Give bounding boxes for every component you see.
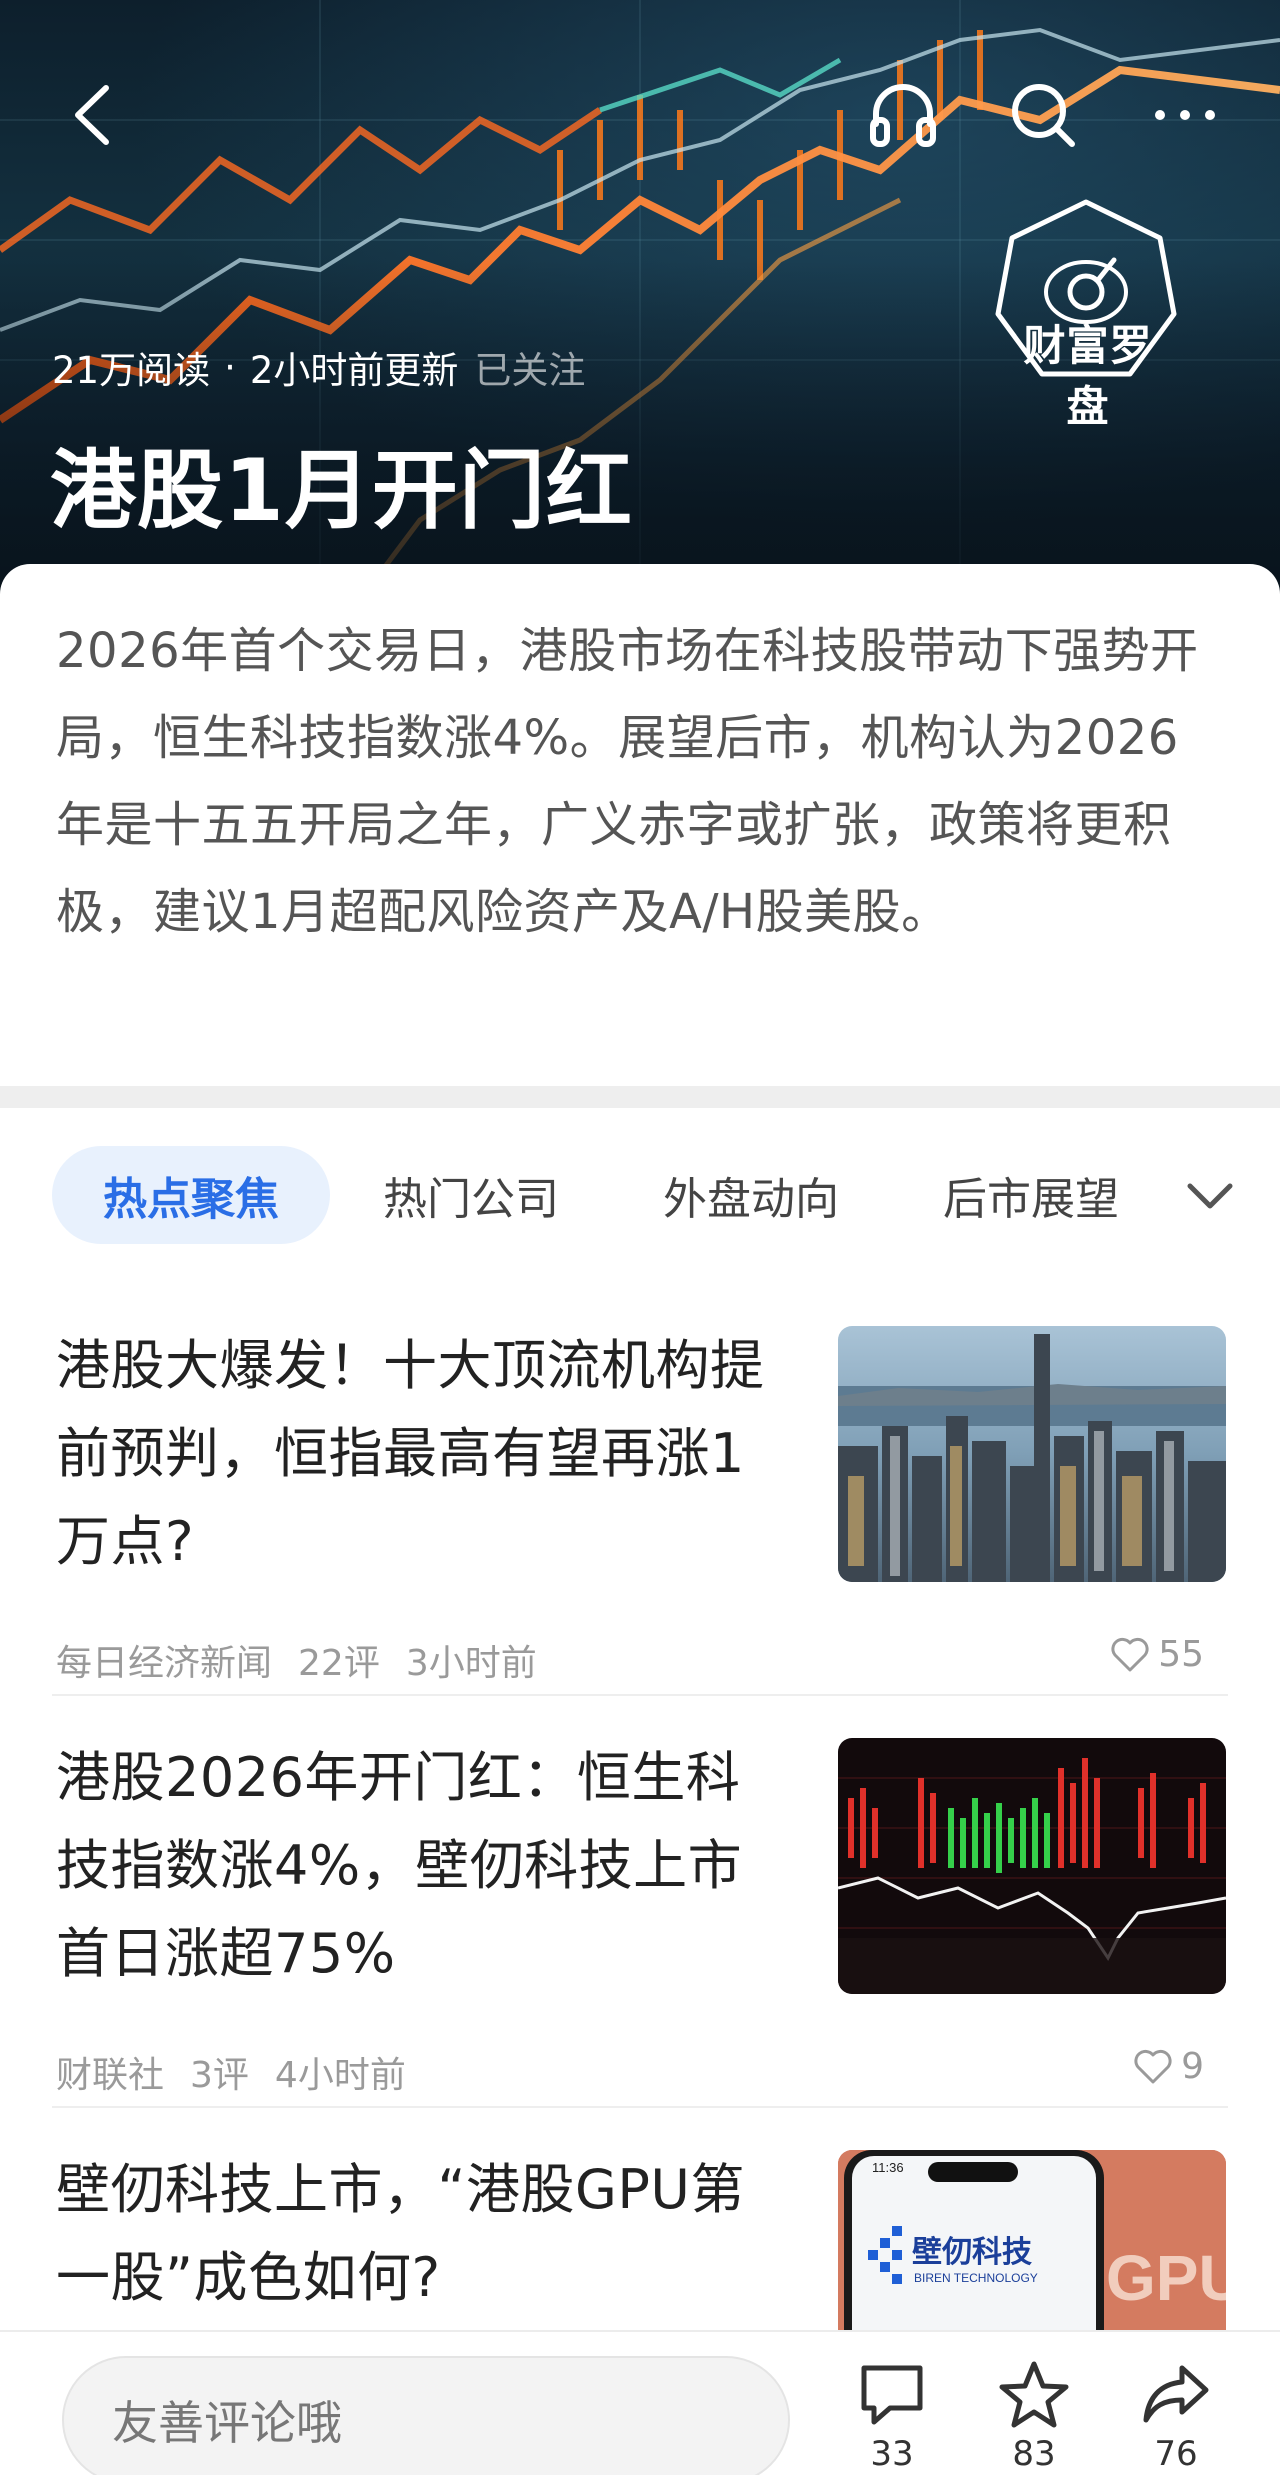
tab-overseas-markets[interactable]: 外盘动向 xyxy=(632,1146,870,1244)
news-title[interactable]: 港股2026年开门红：恒生科技指数涨4%，壁仞科技上市首日涨超75% xyxy=(56,1734,786,1998)
news-item[interactable]: 港股2026年开门红：恒生科技指数涨4%，壁仞科技上市首日涨超75% 财联社 3… xyxy=(52,1734,1228,2096)
like-button[interactable]: 55 xyxy=(1110,1634,1204,1675)
chevron-down-icon[interactable] xyxy=(1180,1170,1240,1220)
news-title[interactable]: 壁仞科技上市，“港股GPU第一股”成色如何? xyxy=(56,2146,786,2322)
tab-hot-companies[interactable]: 热门公司 xyxy=(352,1146,590,1244)
phone-gpu-image: 11:36 壁仞科技 BIREN TECHNOLOGY GPU xyxy=(838,2150,1226,2330)
like-count: 9 xyxy=(1181,2046,1204,2087)
hero-banner: 财富罗盘 21万阅读 · 2小时前更新 已关注 港股1月开门红 xyxy=(0,0,1280,600)
news-time: 3小时前 xyxy=(405,1643,537,1684)
bottom-action-bar: 友善评论哦 33 83 76 xyxy=(0,2330,1280,2475)
tab-hot-focus[interactable]: 热点聚焦 xyxy=(52,1146,330,1244)
favorite-button[interactable]: 83 xyxy=(984,2358,1084,2474)
city-skyline-image xyxy=(838,1326,1226,1582)
comment-button[interactable]: 33 xyxy=(842,2358,942,2474)
thumb-brand: 壁仞科技 xyxy=(912,2235,1032,2270)
comment-icon xyxy=(861,2365,923,2425)
star-icon xyxy=(999,2361,1069,2428)
comment-count: 33 xyxy=(870,2434,914,2474)
thumb-gpu-text: GPU xyxy=(1106,2242,1226,2314)
stock-chart-image xyxy=(838,1738,1226,1994)
page-title: 港股1月开门红 xyxy=(50,441,633,541)
share-button[interactable]: 76 xyxy=(1126,2358,1226,2474)
search-icon[interactable] xyxy=(1006,78,1080,152)
heart-icon xyxy=(1111,1637,1149,1671)
thumb-time: 11:36 xyxy=(872,2160,904,2175)
share-icon xyxy=(1143,2365,1209,2423)
news-meta: 财联社 3评 4小时前 xyxy=(56,2046,406,2098)
heart-icon xyxy=(1134,2049,1172,2083)
summary-text: 2026年首个交易日，港股市场在科技股带动下强势开局，恒生科技指数涨4%。展望后… xyxy=(56,623,1199,940)
update-time: 2小时前更新 xyxy=(249,349,459,392)
news-item[interactable]: 壁仞科技上市，“港股GPU第一股”成色如何? 11:36 壁仞科技 BIREN … xyxy=(52,2146,1228,2330)
tab-market-outlook[interactable]: 后市展望 xyxy=(912,1146,1150,1244)
topic-tabs: 热点聚焦 热门公司 外盘动向 后市展望 xyxy=(0,1146,1280,1246)
headphones-icon[interactable] xyxy=(866,78,940,152)
favorite-count: 83 xyxy=(1012,2434,1056,2474)
news-time: 4小时前 xyxy=(274,2055,406,2096)
thumb-brand-en: BIREN TECHNOLOGY xyxy=(914,2271,1038,2285)
news-comments: 3评 xyxy=(190,2055,249,2096)
like-button[interactable]: 9 xyxy=(1133,2046,1204,2087)
share-count: 76 xyxy=(1154,2434,1198,2474)
news-title[interactable]: 港股大爆发！十大顶流机构提前预判，恒指最高有望再涨1万点? xyxy=(56,1322,786,1586)
news-thumbnail[interactable]: 11:36 壁仞科技 BIREN TECHNOLOGY GPU xyxy=(838,2150,1226,2330)
article-meta: 21万阅读 · 2小时前更新 已关注 xyxy=(52,340,585,394)
news-divider xyxy=(52,2106,1228,2108)
section-divider xyxy=(0,1086,1280,1108)
news-thumbnail[interactable] xyxy=(838,1326,1226,1582)
like-count: 55 xyxy=(1158,1634,1204,1675)
news-meta: 每日经济新闻 22评 3小时前 xyxy=(56,1634,537,1686)
news-comments: 22评 xyxy=(298,1643,380,1684)
follow-status[interactable]: 已关注 xyxy=(474,340,585,394)
news-item[interactable]: 港股大爆发！十大顶流机构提前预判，恒指最高有望再涨1万点? 每日经济新闻 22评… xyxy=(52,1322,1228,1684)
brand-name: 财富罗盘 xyxy=(1023,321,1153,431)
back-icon[interactable] xyxy=(58,78,132,152)
read-count: 21万阅读 xyxy=(52,349,211,392)
news-source[interactable]: 财联社 xyxy=(56,2046,164,2098)
meta-separator: · xyxy=(224,345,236,389)
news-source[interactable]: 每日经济新闻 xyxy=(56,1634,272,1686)
news-thumbnail[interactable] xyxy=(838,1738,1226,1994)
comment-input[interactable]: 友善评论哦 xyxy=(62,2356,790,2475)
summary-card: 2026年首个交易日，港股市场在科技股带动下强势开局，恒生科技指数涨4%。展望后… xyxy=(0,564,1280,1086)
news-divider xyxy=(52,1694,1228,1696)
more-icon[interactable] xyxy=(1148,78,1222,152)
